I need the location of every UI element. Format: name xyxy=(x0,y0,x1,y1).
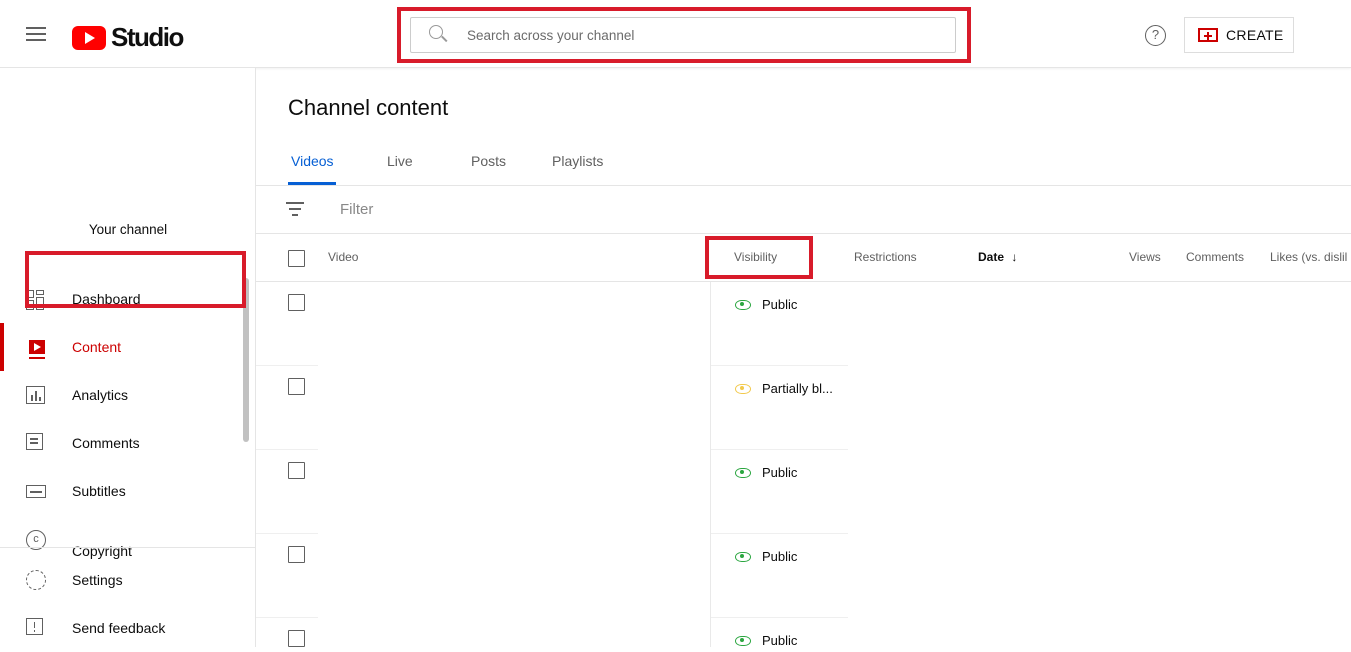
sidebar-item-label: Subtitles xyxy=(72,483,126,499)
row-checkbox[interactable] xyxy=(288,294,305,311)
sort-arrow-down-icon: ↓ xyxy=(1011,250,1018,264)
comments-icon xyxy=(26,433,43,450)
visibility-cell[interactable]: Public xyxy=(735,297,797,312)
visibility-status: Public xyxy=(762,633,798,648)
row-divider xyxy=(256,533,318,534)
row-checkbox[interactable] xyxy=(288,546,305,563)
visibility-cell[interactable]: Public xyxy=(735,549,797,564)
sidebar: Your channel Dashboard Content Analytics… xyxy=(0,68,256,647)
create-video-icon xyxy=(1198,28,1218,42)
create-button[interactable]: CREATE xyxy=(1184,17,1294,53)
content-highlight-box xyxy=(25,251,246,308)
gear-icon xyxy=(26,570,46,590)
sidebar-item-comments[interactable]: Comments xyxy=(0,419,244,467)
studio-logo[interactable]: Studio xyxy=(72,22,184,53)
content-icon xyxy=(29,340,45,354)
header-divider xyxy=(256,281,1351,282)
create-label: CREATE xyxy=(1226,27,1284,43)
row-checkbox[interactable] xyxy=(288,630,305,647)
video-column-divider xyxy=(710,282,711,647)
feedback-icon xyxy=(26,618,43,635)
content-icon-underline xyxy=(29,357,45,359)
search-highlight-box xyxy=(397,7,971,63)
visibility-status: Public xyxy=(762,549,798,564)
sidebar-item-label: Settings xyxy=(72,572,123,588)
tab-live[interactable]: Live xyxy=(387,153,413,169)
your-channel-label[interactable]: Your channel xyxy=(0,222,256,237)
youtube-logo-icon xyxy=(72,25,106,50)
page-title: Channel content xyxy=(288,95,449,120)
active-indicator xyxy=(0,323,4,371)
select-all-checkbox[interactable] xyxy=(288,250,305,267)
row-divider xyxy=(256,617,318,618)
tabs-divider xyxy=(256,185,1351,186)
visibility-highlight-box xyxy=(705,236,813,279)
column-header-likes[interactable]: Likes (vs. dislil xyxy=(1270,250,1347,264)
eye-icon xyxy=(735,383,751,394)
tab-videos[interactable]: Videos xyxy=(291,153,334,169)
column-header-views[interactable]: Views xyxy=(1129,250,1161,264)
sidebar-item-content[interactable]: Content xyxy=(0,323,244,371)
column-header-video[interactable]: Video xyxy=(328,250,358,264)
help-icon[interactable]: ? xyxy=(1145,25,1166,46)
analytics-icon xyxy=(26,386,45,404)
row-checkbox[interactable] xyxy=(288,462,305,479)
row-divider xyxy=(711,449,848,450)
date-header-label: Date xyxy=(978,250,1005,264)
column-header-date[interactable]: Date ↓ xyxy=(978,250,1017,264)
sidebar-item-send-feedback[interactable]: Send feedback xyxy=(0,604,244,652)
column-header-restrictions[interactable]: Restrictions xyxy=(854,250,917,264)
sidebar-item-label: Send feedback xyxy=(72,620,166,636)
sidebar-item-label: Comments xyxy=(72,435,140,451)
row-checkbox[interactable] xyxy=(288,378,305,395)
eye-icon xyxy=(735,299,751,310)
row-divider xyxy=(711,365,848,366)
top-bar: Studio ? CREATE xyxy=(0,0,1351,68)
tab-posts[interactable]: Posts xyxy=(471,153,506,169)
visibility-cell[interactable]: Public xyxy=(735,633,797,648)
eye-icon xyxy=(735,635,751,646)
sidebar-item-settings[interactable]: Settings xyxy=(0,556,244,604)
column-header-comments[interactable]: Comments xyxy=(1186,250,1244,264)
filter-divider xyxy=(256,233,1351,234)
row-divider xyxy=(256,449,318,450)
eye-icon xyxy=(735,467,751,478)
logo-text: Studio xyxy=(111,22,184,52)
main-content: Channel content Videos Live Posts Playli… xyxy=(256,68,1351,648)
row-divider xyxy=(711,617,848,618)
row-divider xyxy=(256,365,318,366)
visibility-cell[interactable]: Public xyxy=(735,465,797,480)
sidebar-item-subtitles[interactable]: Subtitles xyxy=(0,467,244,515)
visibility-status: Public xyxy=(762,465,798,480)
row-divider xyxy=(711,533,848,534)
sidebar-item-label: Analytics xyxy=(72,387,129,403)
visibility-status: Public xyxy=(762,297,798,312)
eye-icon xyxy=(735,551,751,562)
sidebar-divider xyxy=(0,547,255,548)
menu-icon[interactable] xyxy=(26,27,46,41)
sidebar-item-analytics[interactable]: Analytics xyxy=(0,371,244,419)
tab-playlists[interactable]: Playlists xyxy=(552,153,603,169)
filter-icon[interactable] xyxy=(286,202,304,216)
visibility-status: Partially bl... xyxy=(762,381,833,396)
visibility-cell[interactable]: Partially bl... xyxy=(735,381,833,396)
sidebar-item-label: Content xyxy=(72,339,122,355)
filter-input[interactable]: Filter xyxy=(340,201,373,218)
subtitles-icon xyxy=(26,485,46,498)
